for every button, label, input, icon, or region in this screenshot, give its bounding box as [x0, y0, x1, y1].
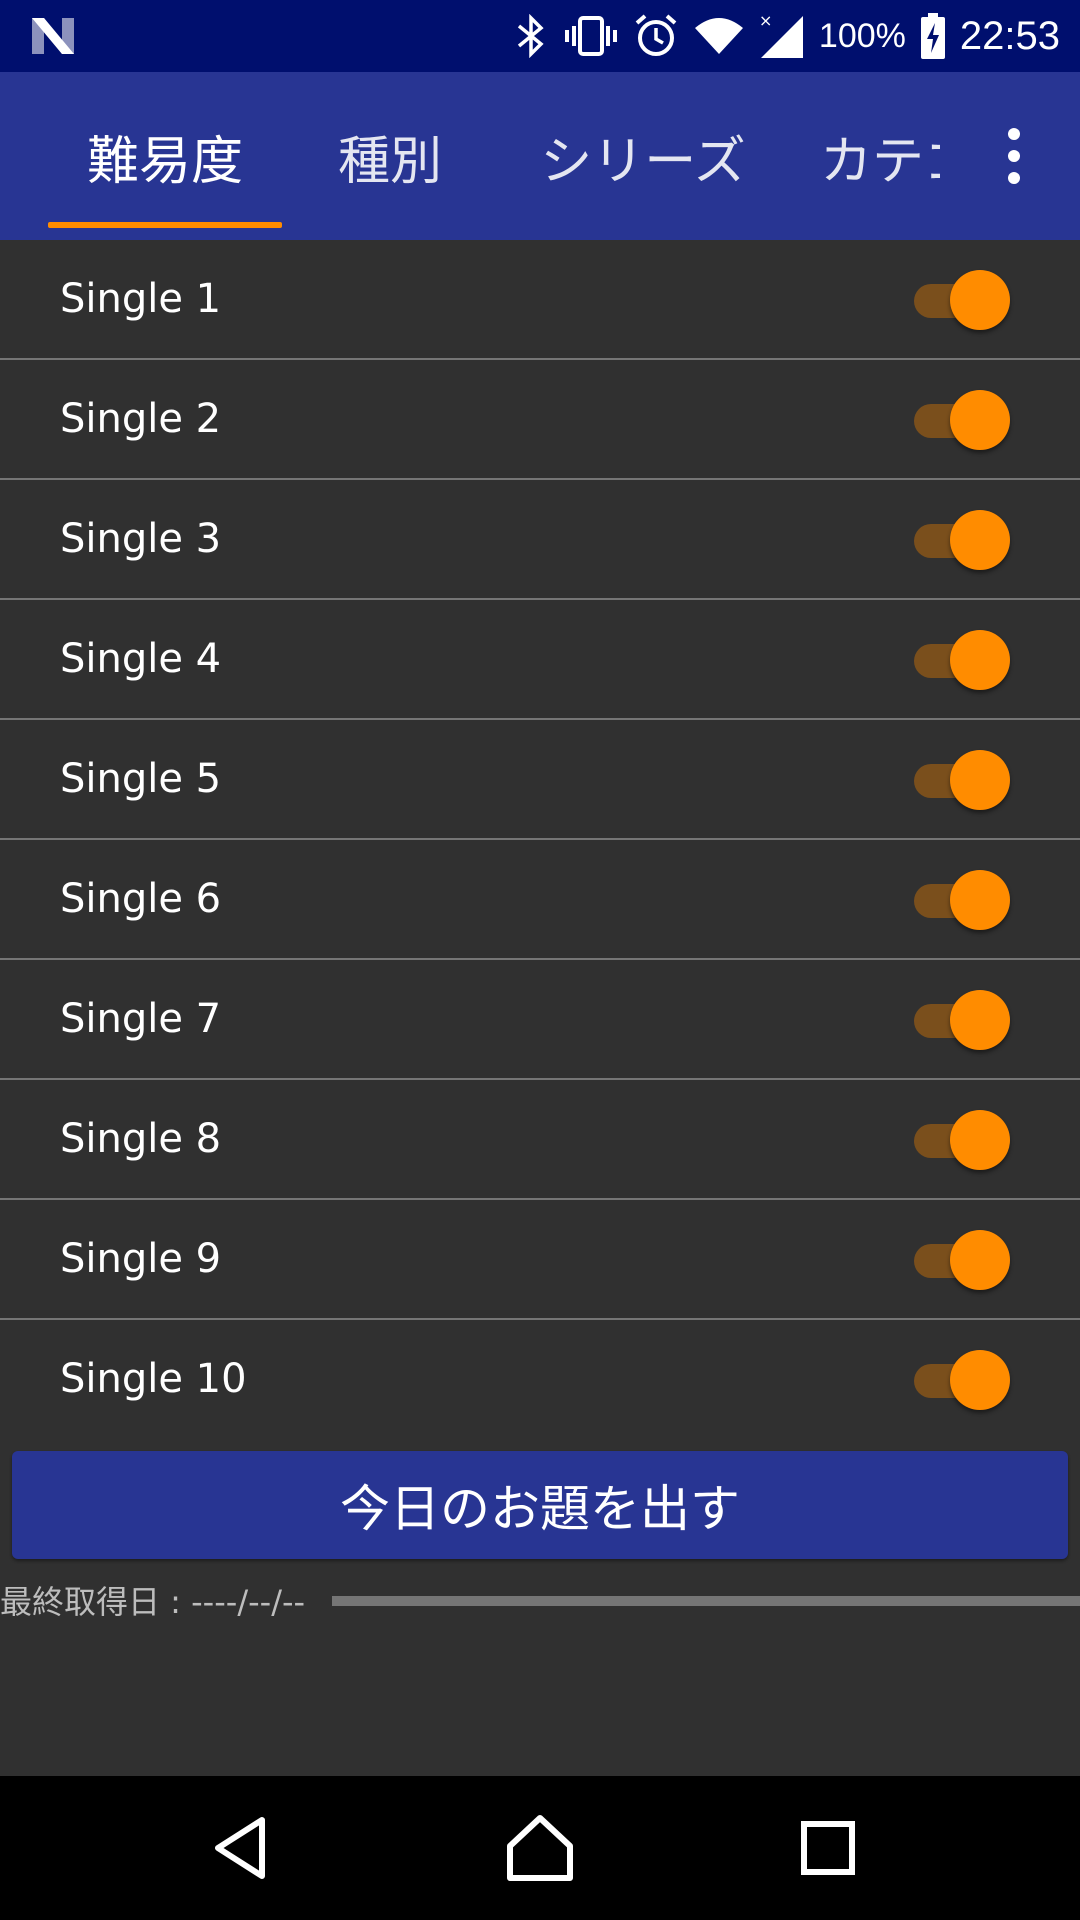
list-item-label: Single 5 [60, 756, 222, 802]
tab-series[interactable]: シリーズ [508, 72, 778, 240]
status-bar: × 100% 22:53 [0, 0, 1080, 72]
toggle-switch[interactable] [914, 270, 1014, 330]
list-item: Single 2 [0, 360, 1080, 480]
list-item: Single 9 [0, 1200, 1080, 1320]
home-icon[interactable] [504, 1812, 576, 1884]
toggle-switch[interactable] [914, 1230, 1014, 1290]
clock: 22:53 [959, 13, 1060, 58]
get-todays-topic-button[interactable]: 今日のお題を出す [12, 1451, 1068, 1559]
tab-label: 難易度 [86, 131, 243, 192]
tab-label: 種別 [337, 131, 442, 192]
tab-indicator [48, 222, 282, 228]
list-item: Single 3 [0, 480, 1080, 600]
toggle-switch[interactable] [914, 390, 1014, 450]
toggle-switch[interactable] [914, 1110, 1014, 1170]
signal-icon: × [759, 12, 803, 58]
battery-icon [920, 13, 945, 59]
list-item-label: Single 8 [60, 1116, 222, 1162]
n-logo-icon [32, 18, 74, 54]
toggle-switch[interactable] [914, 990, 1014, 1050]
tab-label: シリーズ [540, 131, 746, 192]
list-item: Single 7 [0, 960, 1080, 1080]
progress-bar [332, 1596, 1080, 1606]
list-item-label: Single 10 [60, 1356, 247, 1402]
difficulty-list: Single 1 Single 2 Single 3 Single 4 Sing… [0, 240, 1080, 1438]
list-item: Single 5 [0, 720, 1080, 840]
tab-type[interactable]: 種別 [300, 72, 480, 240]
list-item-label: Single 3 [60, 516, 222, 562]
toggle-switch[interactable] [914, 1350, 1014, 1410]
list-item: Single 6 [0, 840, 1080, 960]
list-item-label: Single 6 [60, 876, 222, 922]
toggle-switch[interactable] [914, 510, 1014, 570]
list-item-label: Single 2 [60, 396, 222, 442]
tab-bar: 難易度 種別 シリーズ カテゴ [0, 72, 1080, 240]
list-item: Single 4 [0, 600, 1080, 720]
list-item-label: Single 4 [60, 636, 222, 682]
vibrate-icon [564, 16, 617, 56]
back-icon[interactable] [206, 1812, 278, 1884]
recent-apps-icon[interactable] [792, 1812, 864, 1884]
wifi-icon [694, 18, 743, 54]
alarm-icon [635, 14, 677, 56]
navigation-bar [0, 1776, 1080, 1920]
last-fetch-date: 最終取得日 : ----/--/-- [0, 1583, 306, 1621]
svg-text:×: × [759, 12, 772, 30]
more-options-icon[interactable] [984, 124, 1044, 188]
bluetooth-icon [517, 14, 544, 58]
list-item-label: Single 7 [60, 996, 222, 1042]
list-item-label: Single 1 [60, 276, 222, 322]
list-item-label: Single 9 [60, 1236, 222, 1282]
list-item: Single 10 [0, 1320, 1080, 1438]
toggle-switch[interactable] [914, 630, 1014, 690]
toggle-switch[interactable] [914, 750, 1014, 810]
tab-difficulty[interactable]: 難易度 [48, 72, 282, 240]
button-label: 今日のお題を出す [340, 1480, 740, 1538]
battery-percent: 100% [818, 16, 906, 55]
list-item: Single 8 [0, 1080, 1080, 1200]
toggle-switch[interactable] [914, 870, 1014, 930]
list-item: Single 1 [0, 240, 1080, 360]
